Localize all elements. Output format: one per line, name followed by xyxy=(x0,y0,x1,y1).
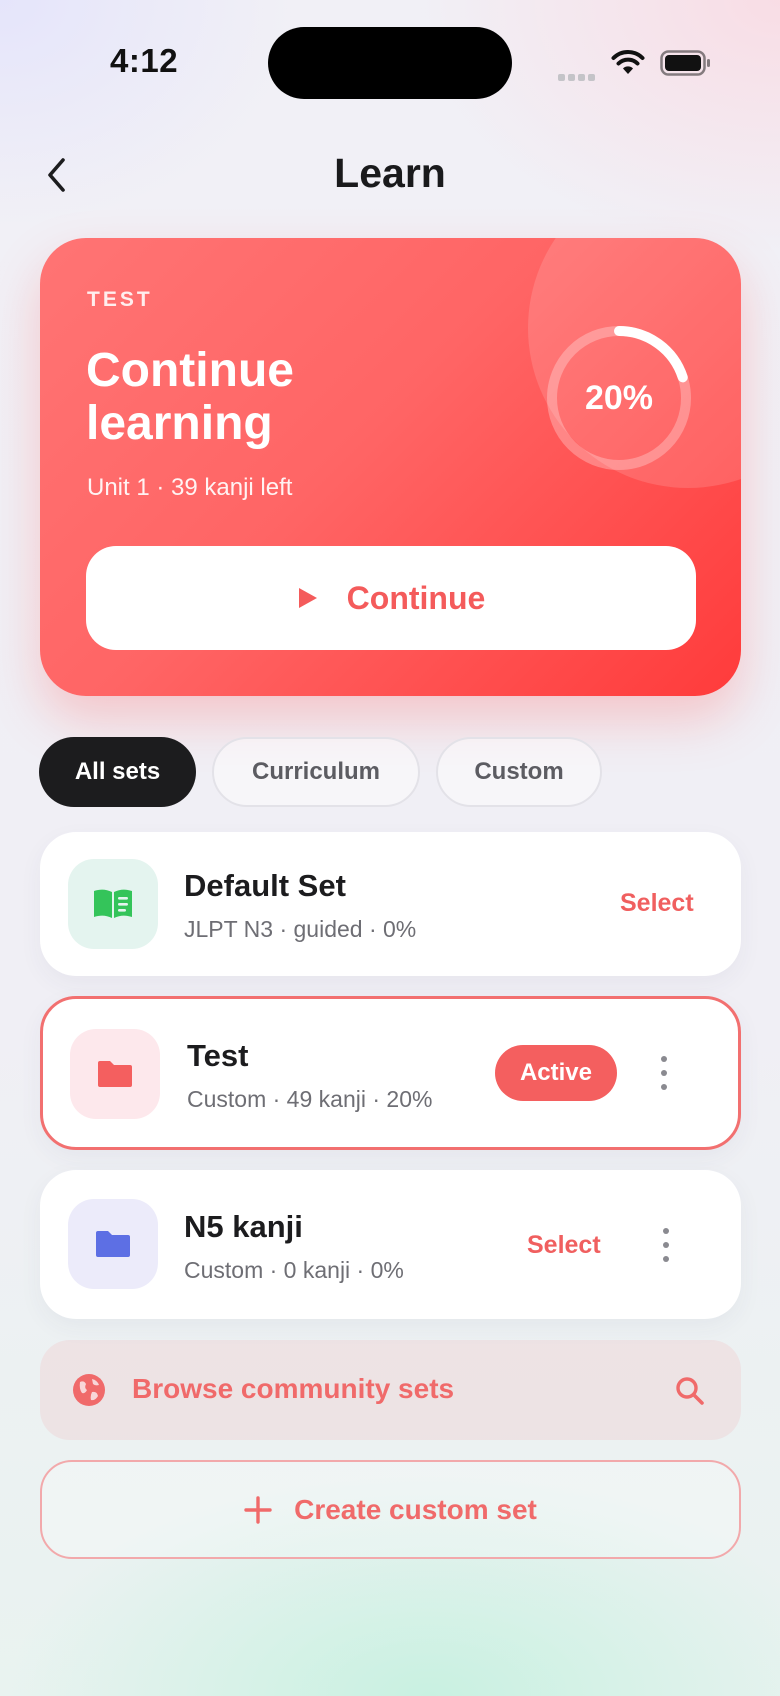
tab-custom[interactable]: Custom xyxy=(436,737,602,807)
search-icon[interactable] xyxy=(674,1375,706,1407)
set-card-n5-kanji[interactable]: N5 kanji Custom · 0 kanji · 0% Select xyxy=(40,1170,741,1319)
select-button[interactable]: Select xyxy=(620,889,694,918)
create-custom-set-button[interactable]: Create custom set xyxy=(40,1460,741,1559)
set-card-default[interactable]: Default Set JLPT N3 · guided · 0% Select xyxy=(40,832,741,976)
set-meta: Custom · 49 kanji · 20% xyxy=(187,1086,433,1112)
continue-button[interactable]: Continue xyxy=(86,546,696,650)
more-options-icon[interactable] xyxy=(654,1056,674,1090)
set-meta: Custom · 0 kanji · 0% xyxy=(184,1257,404,1283)
hero-subtitle: Unit 1 · 39 kanji left xyxy=(87,474,293,501)
folder-icon xyxy=(98,1061,132,1087)
create-custom-set-label: Create custom set xyxy=(294,1493,537,1525)
more-options-icon[interactable] xyxy=(656,1228,676,1262)
set-card-test[interactable]: Test Custom · 49 kanji · 20% Active xyxy=(40,996,741,1150)
set-name: N5 kanji xyxy=(184,1209,303,1244)
book-icon xyxy=(94,889,132,918)
hero-set-label: TEST xyxy=(87,288,153,311)
continue-learning-card: TEST Continue learning Unit 1 · 39 kanji… xyxy=(40,238,741,696)
progress-percent: 20% xyxy=(584,378,654,417)
set-name: Default Set xyxy=(184,868,346,903)
folder-icon xyxy=(96,1231,130,1257)
set-icon-tile xyxy=(68,1199,158,1289)
dynamic-island xyxy=(268,27,512,99)
page-title: Learn xyxy=(334,150,446,196)
status-time: 4:12 xyxy=(110,42,179,79)
cellular-signal-icon xyxy=(558,68,598,81)
select-button[interactable]: Select xyxy=(527,1231,601,1260)
tab-curriculum[interactable]: Curriculum xyxy=(212,737,420,807)
browse-community-sets-label: Browse community sets xyxy=(132,1373,455,1404)
play-icon xyxy=(298,588,317,608)
tab-all-sets[interactable]: All sets xyxy=(39,737,196,807)
set-icon-tile xyxy=(68,859,158,949)
set-meta: JLPT N3 · guided · 0% xyxy=(184,916,417,942)
browse-community-sets-button[interactable]: Browse community sets xyxy=(40,1340,741,1440)
set-icon-tile xyxy=(70,1029,160,1119)
set-name: Test xyxy=(187,1038,249,1073)
globe-icon xyxy=(73,1374,105,1406)
hero-title: Continue learning xyxy=(86,344,294,450)
wifi-icon xyxy=(610,48,646,76)
battery-icon xyxy=(660,50,712,76)
plus-icon xyxy=(244,1495,272,1524)
continue-button-label: Continue xyxy=(346,579,486,616)
active-badge: Active xyxy=(495,1045,617,1101)
